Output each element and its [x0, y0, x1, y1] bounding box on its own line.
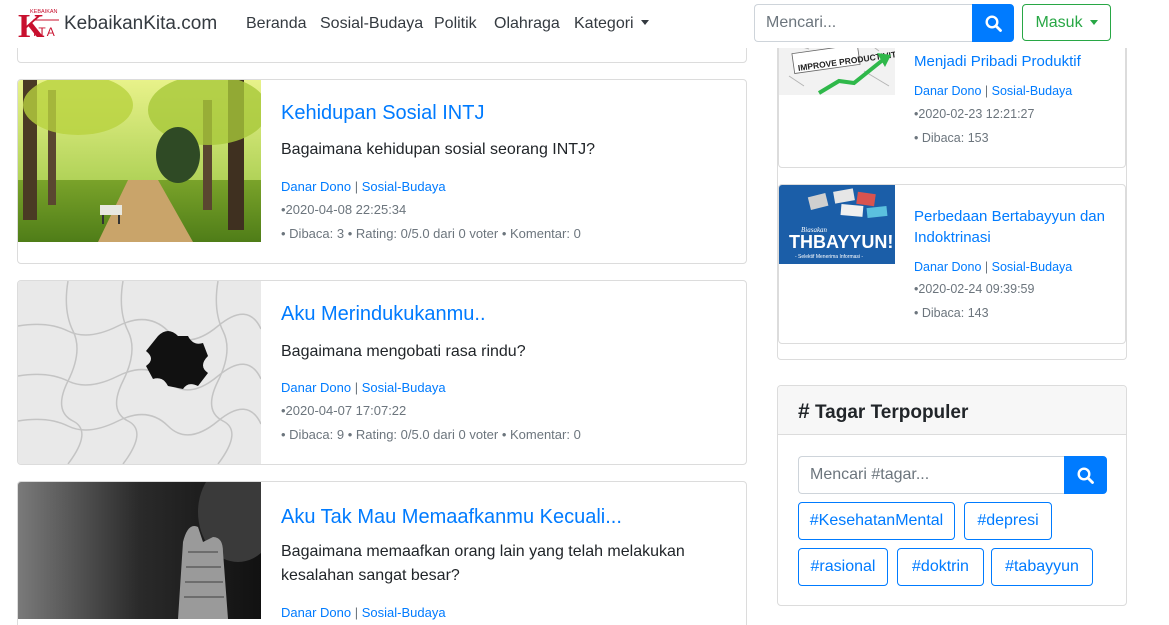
tag-search-button[interactable]	[1064, 456, 1107, 494]
caret-down-icon	[1089, 20, 1098, 25]
tag-button[interactable]: #tabayyun	[991, 548, 1093, 586]
category-link[interactable]: Sosial-Budaya	[362, 380, 446, 395]
thumb-sub-text: - Selektif Menerima Informasi -	[795, 254, 863, 260]
tabayyun-image: Biasakan THBAYYUN! - Selektif Menerima I…	[779, 185, 895, 264]
search-icon	[984, 14, 1002, 32]
brand-logo: K KEBAIKAN ITA	[16, 6, 60, 45]
search-input[interactable]	[754, 4, 972, 42]
nav-olahraga[interactable]: Olahraga	[494, 15, 560, 33]
logo-small-text: KEBAIKAN	[30, 9, 58, 15]
article-body: Aku Tak Mau Memaafkanmu Kecuali... Bagai…	[281, 482, 731, 625]
tag-button[interactable]: #rasional	[798, 548, 888, 586]
article-title[interactable]: Kehidupan Sosial INTJ	[281, 102, 484, 125]
article-author-line: Danar Dono | Sosial-Budaya	[281, 179, 446, 194]
search-form	[754, 4, 1014, 42]
popular-tags-header: # Tagar Terpopuler	[778, 386, 1126, 435]
article-body: Kehidupan Sosial INTJ Bagaimana kehidupa…	[281, 80, 731, 263]
sidebar-article-author-line: Danar Dono | Sosial-Budaya	[914, 260, 1072, 274]
sidebar-article-thumbnail[interactable]: Biasakan THBAYYUN! - Selektif Menerima I…	[779, 185, 895, 264]
sidebar-article-date: •2020-02-24 09:39:59	[914, 282, 1035, 296]
article-description: Bagaimana memaafkan orang lain yang tela…	[281, 543, 685, 584]
article-date: •2020-04-07 17:07:22	[281, 403, 407, 418]
category-link[interactable]: Sosial-Budaya	[362, 179, 446, 194]
tag-search-form	[798, 456, 1107, 494]
navbar: K KEBAIKAN ITA KebaikanKita.com Beranda …	[0, 0, 1169, 48]
article-card[interactable]: Aku Merindukukanmu.. Bagaimana mengobati…	[17, 280, 747, 465]
author-link[interactable]: Danar Dono	[281, 179, 351, 194]
article-stats: • Dibaca: 3 • Rating: 0/5.0 dari 0 voter…	[281, 226, 581, 241]
nav-politik[interactable]: Politik	[434, 15, 477, 33]
search-button[interactable]	[972, 4, 1014, 42]
sidebar-article[interactable]: IMPROVE PRODUCTIVITY Menjadi Pribadi Pro…	[778, 30, 1126, 168]
article-body: Aku Merindukukanmu.. Bagaimana mengobati…	[281, 281, 731, 464]
separator: |	[984, 84, 989, 98]
thumb-text: THBAYYUN!	[789, 232, 893, 252]
sidebar-article-author-line: Danar Dono | Sosial-Budaya	[914, 84, 1072, 98]
tag-button[interactable]: #depresi	[964, 502, 1052, 540]
separator: |	[354, 380, 359, 395]
article-card[interactable]: Aku Tak Mau Memaafkanmu Kecuali... Bagai…	[17, 481, 747, 625]
park-image	[18, 80, 261, 242]
article-thumbnail[interactable]	[18, 482, 261, 619]
article-title[interactable]: Aku Tak Mau Memaafkanmu Kecuali...	[281, 506, 622, 529]
article-author-line: Danar Dono | Sosial-Budaya	[281, 380, 446, 395]
article-title[interactable]: Aku Merindukukanmu..	[281, 303, 486, 326]
sidebar-article-title[interactable]: Menjadi Pribadi Produktif	[914, 51, 1114, 72]
sidebar-article-date: •2020-02-23 12:21:27	[914, 107, 1035, 121]
praying-hands-image	[18, 482, 261, 619]
tag-button[interactable]: #doktrin	[897, 548, 984, 586]
brand[interactable]: K KEBAIKAN ITA KebaikanKita.com	[16, 6, 218, 45]
author-link[interactable]: Danar Dono	[914, 84, 981, 98]
category-link[interactable]: Sosial-Budaya	[992, 84, 1073, 98]
search-icon	[1077, 466, 1094, 484]
category-link[interactable]: Sosial-Budaya	[992, 260, 1073, 274]
nav-beranda[interactable]: Beranda	[246, 15, 307, 33]
sidebar-article-title[interactable]: Perbedaan Bertabayyun dan Indoktrinasi	[914, 206, 1114, 248]
article-date: •2020-04-08 22:25:34	[281, 202, 407, 217]
sidebar-article-views: • Dibaca: 143	[914, 306, 989, 320]
brand-name: KebaikanKita.com	[64, 13, 218, 34]
nav-kategori-dropdown[interactable]: Kategori	[574, 15, 649, 33]
article-description: Bagaimana kehidupan sosial seorang INTJ?	[281, 141, 595, 158]
article-card[interactable]: Kehidupan Sosial INTJ Bagaimana kehidupa…	[17, 79, 747, 264]
caret-down-icon	[640, 20, 649, 25]
author-link[interactable]: Danar Dono	[281, 380, 351, 395]
separator: |	[354, 179, 359, 194]
article-stats: • Dibaca: 9 • Rating: 0/5.0 dari 0 voter…	[281, 427, 581, 442]
tag-search-input[interactable]	[798, 456, 1064, 494]
author-link[interactable]: Danar Dono	[914, 260, 981, 274]
puzzle-image	[18, 281, 261, 464]
article-thumbnail[interactable]	[18, 80, 261, 242]
hashtag-icon: #	[798, 400, 810, 423]
article-author-line: Danar Dono | Sosial-Budaya	[281, 605, 446, 620]
author-link[interactable]: Danar Dono	[281, 605, 351, 620]
separator: |	[354, 605, 359, 620]
popular-tags-card: # Tagar Terpopuler #KesehatanMental #dep…	[777, 385, 1127, 606]
nav-sosial-budaya[interactable]: Sosial-Budaya	[320, 15, 423, 33]
popular-tags-title: Tagar Terpopuler	[814, 402, 969, 423]
sidebar-article[interactable]: Biasakan THBAYYUN! - Selektif Menerima I…	[778, 184, 1126, 344]
separator: |	[984, 260, 989, 274]
sidebar-article-views: • Dibaca: 153	[914, 131, 989, 145]
nav-kategori-label: Kategori	[574, 15, 634, 32]
login-label: Masuk	[1035, 13, 1083, 31]
article-thumbnail[interactable]	[18, 281, 261, 464]
article-description: Bagaimana mengobati rasa rindu?	[281, 343, 526, 360]
login-button[interactable]: Masuk	[1022, 4, 1111, 41]
category-link[interactable]: Sosial-Budaya	[362, 605, 446, 620]
tag-button[interactable]: #KesehatanMental	[798, 502, 955, 540]
logo-sub: ITA	[33, 25, 57, 39]
